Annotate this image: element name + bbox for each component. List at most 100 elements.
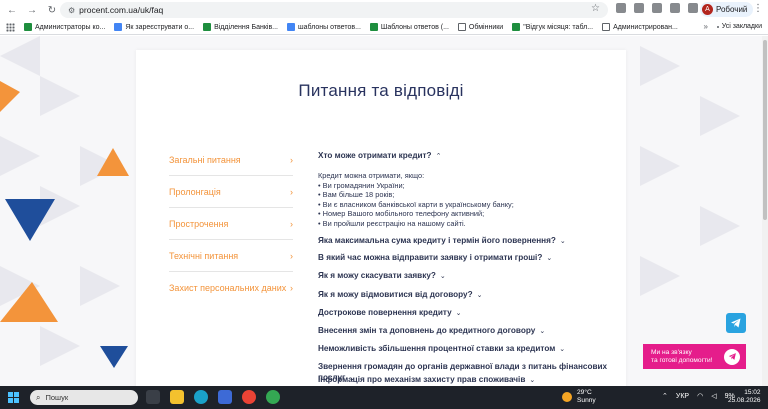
extensions-puzzle-icon[interactable] xyxy=(652,3,662,13)
bookmarks-more-icon[interactable]: » xyxy=(704,22,708,31)
faq-question-open[interactable]: Хто може отримати кредит? ⌃ xyxy=(318,151,441,160)
forward-icon[interactable]: → xyxy=(26,4,38,16)
faq-question[interactable]: Дострокове повернення кредиту ⌄ xyxy=(318,308,462,317)
extension-icon[interactable] xyxy=(670,3,680,13)
site-info-icon[interactable]: ⚙ xyxy=(68,6,75,15)
telegram-icon xyxy=(731,318,741,328)
back-icon[interactable]: ← xyxy=(6,4,18,16)
send-icon xyxy=(724,348,740,365)
clock[interactable]: 15:02 25.08.2026 xyxy=(728,389,761,405)
folder-icon xyxy=(457,23,466,31)
bookmark-item[interactable]: Шаблоны ответов (... xyxy=(369,23,449,31)
orange-triangle xyxy=(0,81,20,112)
edge-icon[interactable] xyxy=(194,390,208,404)
chevron-right-icon: › xyxy=(290,283,293,293)
url-text[interactable]: procent.com.ua/uk/faq xyxy=(79,5,163,15)
help-line-1: Ми на зв'язку xyxy=(651,348,692,356)
bookmark-item[interactable]: Администраторы ко... xyxy=(24,23,105,31)
chrome-profile-icon[interactable] xyxy=(266,390,280,404)
extension-icon[interactable] xyxy=(616,3,626,13)
reload-icon[interactable]: ↻ xyxy=(46,4,58,16)
faq-question[interactable]: Звернення громадян до органів державної … xyxy=(318,362,607,371)
weather-widget[interactable]: 29°C Sunny xyxy=(562,389,596,405)
extension-icons xyxy=(616,3,698,13)
chevron-down-icon: ⌄ xyxy=(546,254,553,262)
category-prolongation[interactable]: Пролонгація › xyxy=(169,176,293,208)
faq-question[interactable]: Як я можу скасувати заявку? ⌄ xyxy=(318,271,446,280)
sheet-icon xyxy=(512,23,521,31)
profile-button[interactable]: А Робочий xyxy=(700,2,754,17)
category-overdue[interactable]: Прострочення › xyxy=(169,208,293,240)
windows-start-icon[interactable] xyxy=(8,392,19,403)
profile-name: Робочий xyxy=(716,5,748,14)
download-icon[interactable] xyxy=(688,3,698,13)
all-bookmarks-button[interactable]: Усі закладки xyxy=(716,23,762,30)
chrome-icon[interactable] xyxy=(242,390,256,404)
bookmark-star-icon[interactable]: ☆ xyxy=(591,3,600,14)
sheet-icon xyxy=(369,23,378,31)
bookmark-item[interactable]: Администрирован... xyxy=(602,23,678,31)
bookmarks-bar: Администраторы ко... Як зареєструвати о.… xyxy=(0,20,768,35)
taskbar: ⌕ Пошук 29°C Sunny ⌃ УКР ◠ ◁ 9% 15:02 25… xyxy=(0,386,768,409)
bookmark-item[interactable]: "Відгук місяця: табл... xyxy=(512,23,593,31)
bookmark-item[interactable]: Обмінники xyxy=(457,23,503,31)
extension-icon[interactable] xyxy=(634,3,644,13)
sheet-icon xyxy=(24,23,32,31)
store-icon[interactable] xyxy=(218,390,232,404)
address-bar[interactable]: ⚙ procent.com.ua/uk/faq ☆ xyxy=(60,2,608,18)
tray-chevron-icon[interactable]: ⌃ xyxy=(662,392,668,400)
wifi-icon[interactable]: ◠ xyxy=(697,392,703,400)
help-widget[interactable]: Ми на зв'язку та готові допомогти! xyxy=(643,344,746,369)
navy-triangle xyxy=(100,346,128,368)
faq-question[interactable]: Яка максимальна сума кредиту і термін йо… xyxy=(318,236,566,245)
category-personal-data[interactable]: Захист персональних даних › xyxy=(169,272,293,304)
date: 25.08.2026 xyxy=(728,397,761,404)
folder-icon xyxy=(602,23,611,31)
bookmark-item[interactable]: Відділення Банків... xyxy=(203,23,278,31)
faq-question[interactable]: Інформація про механізм захисту прав спо… xyxy=(318,375,535,384)
chevron-right-icon: › xyxy=(290,250,293,261)
time: 15:02 xyxy=(744,389,761,396)
language-indicator[interactable]: УКР xyxy=(676,393,689,400)
category-general[interactable]: Загальні питання › xyxy=(169,144,293,176)
page-content: Питання та відповіді Загальні питання › П… xyxy=(0,36,768,386)
file-explorer-icon[interactable] xyxy=(170,390,184,404)
system-tray: ⌃ УКР ◠ ◁ 9% xyxy=(662,392,735,401)
bookmark-item[interactable]: Як зареєструвати о... xyxy=(114,23,194,31)
faq-answer: Кредит можна отримати, якщо: • Ви громад… xyxy=(318,171,514,228)
chevron-down-icon: ⌄ xyxy=(455,309,462,317)
taskbar-search[interactable]: ⌕ Пошук xyxy=(30,390,138,405)
faq-question[interactable]: В який час можна відправити заявку і отр… xyxy=(318,253,552,262)
temperature: 29°C xyxy=(577,389,592,396)
folder-icon xyxy=(716,25,719,28)
browser-toolbar: ← → ↻ ⚙ procent.com.ua/uk/faq ☆ А Робочи… xyxy=(0,0,768,20)
scrollbar-thumb[interactable] xyxy=(763,40,767,220)
faq-question[interactable]: Неможливість збільшення процентної ставк… xyxy=(318,344,565,353)
chevron-up-icon: ⌃ xyxy=(435,152,442,160)
chevron-down-icon: ⌄ xyxy=(559,237,566,245)
page-title: Питання та відповіді xyxy=(298,81,464,100)
telegram-button[interactable] xyxy=(726,313,746,333)
sheet-icon xyxy=(203,23,212,31)
faq-question[interactable]: Як я можу відмовитися від договору? ⌄ xyxy=(318,290,483,299)
chevron-down-icon: ⌄ xyxy=(529,376,536,384)
menu-icon[interactable]: ⋮ xyxy=(753,3,763,14)
category-technical[interactable]: Технічні питання › xyxy=(169,240,293,272)
bookmark-item[interactable]: шаблоны ответов... xyxy=(287,23,361,31)
search-icon: ⌕ xyxy=(36,392,41,402)
chevron-right-icon: › xyxy=(290,154,293,165)
faq-card: Питання та відповіді Загальні питання › П… xyxy=(136,50,626,386)
taskbar-apps xyxy=(146,390,280,404)
chevron-down-icon: ⌄ xyxy=(439,272,446,280)
weather-text: Sunny xyxy=(577,397,596,404)
faq-question[interactable]: Внесення змін та доповнень до кредитного… xyxy=(318,326,545,335)
apps-grid-icon[interactable] xyxy=(6,22,15,32)
chevron-down-icon: ⌄ xyxy=(539,327,546,335)
volume-icon[interactable]: ◁ xyxy=(711,392,716,400)
page-scrollbar[interactable] xyxy=(762,36,768,386)
help-line-2: та готові допомогти! xyxy=(651,356,713,364)
task-view-icon[interactable] xyxy=(146,390,160,404)
docs-icon xyxy=(287,23,295,31)
sun-icon xyxy=(562,392,572,402)
chevron-down-icon: ⌄ xyxy=(559,345,566,353)
